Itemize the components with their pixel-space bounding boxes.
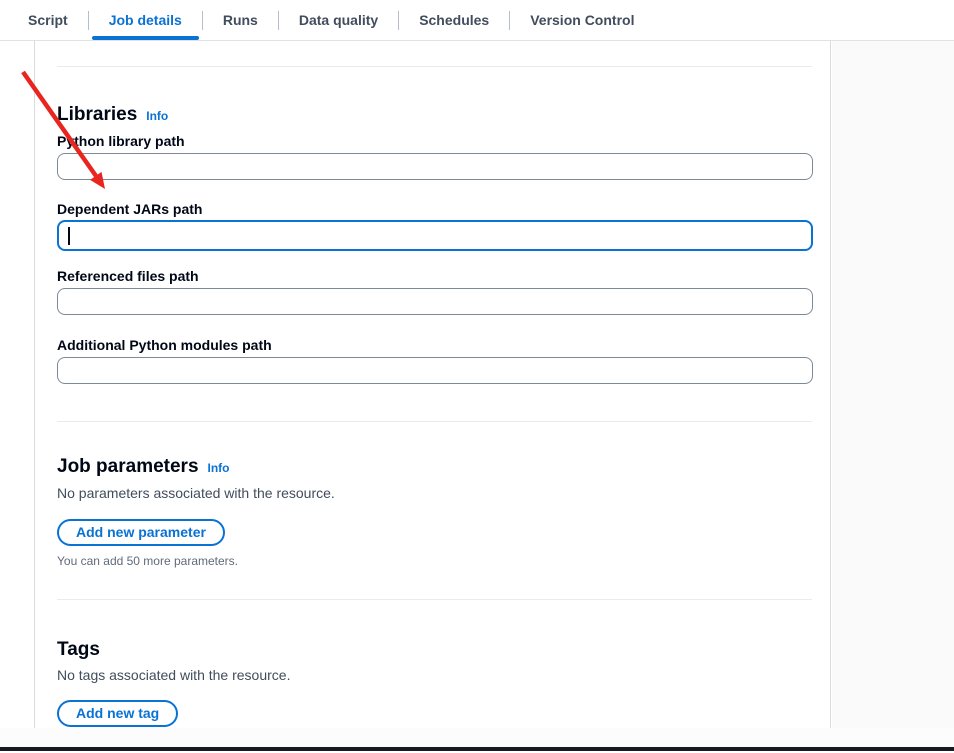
add-new-parameter-button[interactable]: Add new parameter: [57, 519, 225, 546]
section-divider: [57, 66, 812, 67]
libraries-heading-text: Libraries: [57, 104, 137, 126]
panel-content: Libraries Info Python library path Depen…: [35, 66, 830, 727]
add-new-tag-button[interactable]: Add new tag: [57, 700, 178, 727]
tags-section: Tags No tags associated with the resourc…: [57, 639, 812, 727]
libraries-info-link[interactable]: Info: [146, 105, 168, 127]
job-parameters-heading-text: Job parameters: [57, 456, 199, 478]
tags-empty-text: No tags associated with the resource.: [57, 666, 812, 684]
tab-version-control[interactable]: Version Control: [510, 0, 654, 40]
additional-python-modules-path-label: Additional Python modules path: [57, 336, 812, 354]
active-tab-underline: [92, 36, 199, 40]
tab-schedules-label: Schedules: [419, 12, 489, 28]
tags-heading: Tags: [57, 639, 812, 661]
tab-version-control-label: Version Control: [530, 12, 634, 28]
job-parameters-section: Job parameters Info No parameters associ…: [57, 456, 812, 569]
dependent-jars-path-label: Dependent JARs path: [57, 200, 812, 218]
tab-script[interactable]: Script: [8, 0, 88, 40]
tab-runs[interactable]: Runs: [203, 0, 278, 40]
page-background-right: [832, 41, 954, 728]
python-library-path-input[interactable]: [57, 153, 813, 180]
job-parameters-heading: Job parameters Info: [57, 456, 812, 479]
libraries-section: Libraries Info Python library path Depen…: [57, 104, 812, 384]
libraries-heading: Libraries Info: [57, 104, 812, 127]
job-details-panel: Libraries Info Python library path Depen…: [34, 41, 831, 728]
python-library-path-label: Python library path: [57, 132, 812, 150]
tags-heading-text: Tags: [57, 639, 100, 661]
tab-job-details-label: Job details: [109, 12, 182, 28]
page-bottom-strip: [0, 728, 954, 747]
tab-runs-label: Runs: [223, 12, 258, 28]
additional-python-modules-path-input[interactable]: [57, 357, 813, 384]
tab-data-quality-label: Data quality: [299, 12, 378, 28]
section-divider: [57, 421, 812, 422]
tab-data-quality[interactable]: Data quality: [279, 0, 398, 40]
tab-schedules[interactable]: Schedules: [399, 0, 509, 40]
tab-script-label: Script: [28, 12, 68, 28]
window-bottom-edge: [0, 747, 954, 751]
tab-bar: Script Job details Runs Data quality Sch…: [0, 0, 954, 41]
section-divider: [57, 599, 812, 600]
tab-job-details[interactable]: Job details: [89, 0, 202, 40]
referenced-files-path-label: Referenced files path: [57, 267, 812, 285]
job-parameters-info-link[interactable]: Info: [208, 457, 230, 479]
dependent-jars-path-input-wrap: [57, 220, 813, 251]
job-parameters-empty-text: No parameters associated with the resour…: [57, 484, 812, 502]
referenced-files-path-input[interactable]: [57, 288, 813, 315]
dependent-jars-path-input[interactable]: [57, 220, 813, 251]
job-parameters-helper-text: You can add 50 more parameters.: [57, 553, 812, 569]
